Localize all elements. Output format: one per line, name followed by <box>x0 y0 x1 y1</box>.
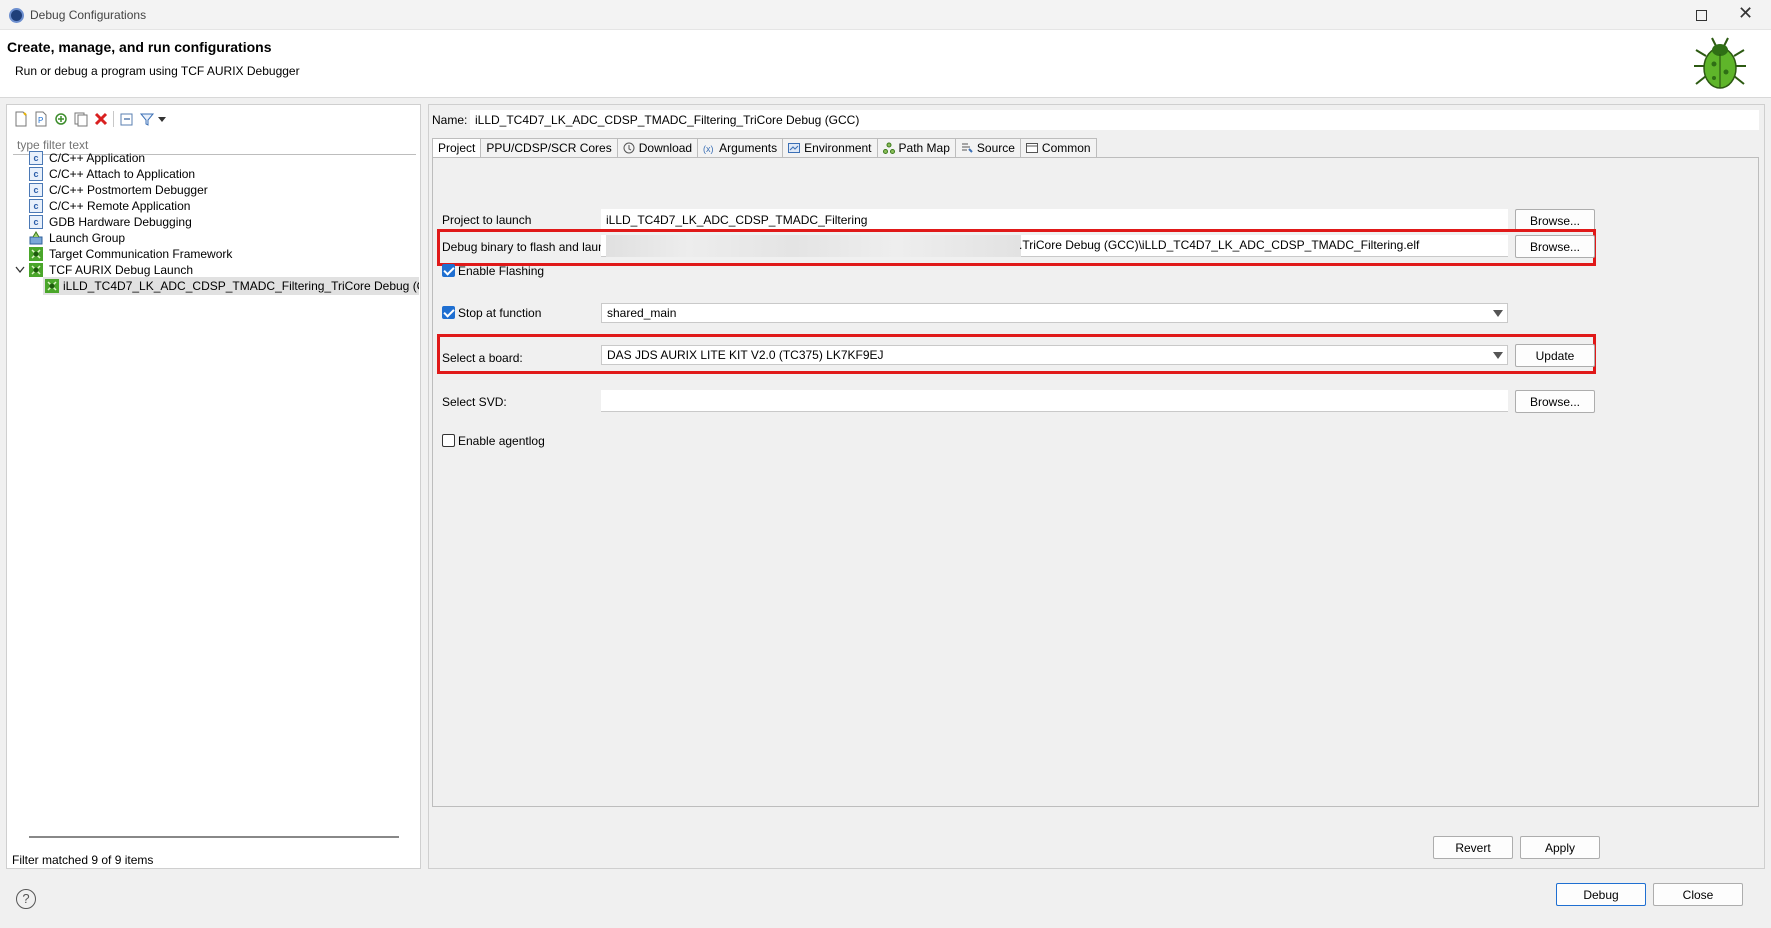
name-label: Name: <box>432 113 468 127</box>
new-config-icon[interactable] <box>13 111 29 127</box>
config-editor-panel: Name: Project PPU/CDSP/SCR Cores Downloa… <box>428 104 1765 869</box>
tab-bar: Project PPU/CDSP/SCR Cores Download (x) A… <box>432 138 1097 158</box>
app-icon <box>9 8 24 23</box>
dropdown-arrow-icon[interactable] <box>1493 310 1503 317</box>
help-icon[interactable]: ? <box>16 889 36 909</box>
update-button[interactable]: Update <box>1515 344 1595 367</box>
horizontal-scrollbar[interactable] <box>29 836 399 838</box>
environment-icon <box>788 143 801 153</box>
tcf-icon <box>29 263 43 277</box>
binary-label: Debug binary to flash and launch <box>442 240 618 254</box>
stop-function-value: shared_main <box>607 306 677 320</box>
board-label: Select a board: <box>442 351 523 365</box>
project-label: Project to launch <box>442 213 532 227</box>
tcf-icon <box>29 247 43 261</box>
delete-icon[interactable] <box>93 111 109 127</box>
tab-source[interactable]: Source <box>955 138 1021 158</box>
new-prototype-icon[interactable]: P <box>33 111 49 127</box>
filter-status: Filter matched 9 of 9 items <box>12 853 154 867</box>
tab-path-map[interactable]: Path Map <box>877 138 956 158</box>
stop-at-function-label: Stop at function <box>458 306 542 320</box>
close-icon[interactable]: ✕ <box>1738 3 1753 24</box>
c-icon: c <box>29 183 43 197</box>
stop-function-combo[interactable]: shared_main <box>601 303 1508 323</box>
config-tree-panel: P cC/C++ Application cC/C++ Attach to Ap… <box>6 104 421 869</box>
maximize-icon[interactable] <box>1692 6 1708 22</box>
debug-button[interactable]: Debug <box>1556 883 1646 906</box>
binary-browse-button[interactable]: Browse... <box>1515 235 1595 258</box>
duplicate-icon[interactable] <box>53 111 69 127</box>
svd-browse-button[interactable]: Browse... <box>1515 390 1595 413</box>
collapse-all-icon[interactable] <box>119 111 135 127</box>
source-icon <box>961 143 973 153</box>
dialog-header: Create, manage, and run configurations R… <box>0 30 1771 98</box>
tcf-icon <box>45 279 59 293</box>
export-icon[interactable] <box>73 111 89 127</box>
svd-label: Select SVD: <box>442 395 507 409</box>
board-combo[interactable]: DAS JDS AURIX LITE KIT V2.0 (TC375) LK7K… <box>601 345 1508 365</box>
apply-button[interactable]: Apply <box>1520 836 1600 859</box>
header-title: Create, manage, and run configurations <box>7 39 272 55</box>
title-bar <box>0 0 1771 30</box>
common-icon <box>1025 143 1038 153</box>
filter-icon[interactable] <box>139 111 155 127</box>
project-tab-content: Project to launch Browse... Debug binary… <box>432 157 1759 807</box>
c-icon: c <box>29 215 43 229</box>
enable-flashing-checkbox[interactable] <box>442 264 455 277</box>
tab-arguments[interactable]: (x) Arguments <box>698 138 784 158</box>
path-map-icon <box>882 142 895 154</box>
tab-environment[interactable]: Environment <box>783 138 878 158</box>
svd-input[interactable] <box>601 390 1508 412</box>
tab-download[interactable]: Download <box>617 138 699 158</box>
revert-button[interactable]: Revert <box>1433 836 1513 859</box>
launch-group-icon <box>29 231 43 245</box>
board-value: DAS JDS AURIX LITE KIT V2.0 (TC375) LK7K… <box>607 348 884 362</box>
project-input[interactable] <box>601 209 1508 231</box>
enable-flashing-label: Enable Flashing <box>458 264 545 278</box>
window-title: Debug Configurations <box>30 8 147 22</box>
chevron-down-icon[interactable] <box>15 266 25 274</box>
bug-icon <box>1694 37 1746 89</box>
tab-cores[interactable]: PPU/CDSP/SCR Cores <box>481 138 618 158</box>
enable-agentlog-checkbox[interactable] <box>442 434 455 447</box>
toolbar-separator <box>113 111 114 127</box>
binary-input[interactable]: .TriCore Debug (GCC)\iLLD_TC4D7_LK_ADC_C… <box>601 235 1508 257</box>
dropdown-arrow-icon[interactable] <box>1493 352 1503 359</box>
svg-text:(x): (x) <box>703 144 714 154</box>
tab-project[interactable]: Project <box>432 138 482 158</box>
close-button[interactable]: Close <box>1653 883 1743 906</box>
tab-common[interactable]: Common <box>1020 138 1097 158</box>
arguments-icon: (x) <box>703 144 714 154</box>
binary-path-text: .TriCore Debug (GCC)\iLLD_TC4D7_LK_ADC_C… <box>1019 238 1420 252</box>
enable-agentlog-label: Enable agentlog <box>458 434 545 448</box>
stop-at-function-checkbox[interactable] <box>442 306 455 319</box>
svg-text:P: P <box>38 116 43 125</box>
download-icon <box>623 142 635 154</box>
name-input[interactable] <box>470 110 1759 130</box>
c-icon: c <box>29 199 43 213</box>
c-icon: c <box>29 167 43 181</box>
filter-menu-icon[interactable] <box>157 111 167 127</box>
c-icon: c <box>29 151 43 165</box>
header-subtitle: Run or debug a program using TCF AURIX D… <box>15 64 300 78</box>
tree-item-selected-config[interactable]: iLLD_TC4D7_LK_ADC_CDSP_TMADC_Filtering_T… <box>43 277 419 295</box>
redacted-path <box>606 235 1021 257</box>
